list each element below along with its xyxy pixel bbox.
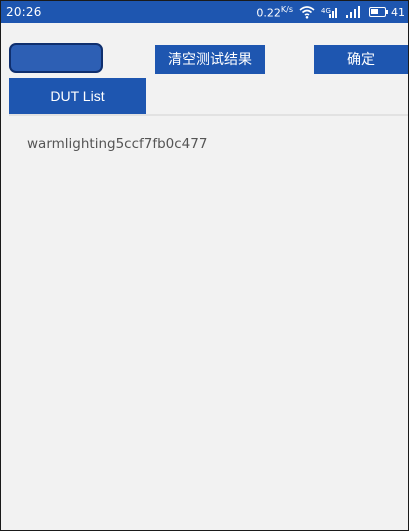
tab-dut-list[interactable]: DUT List <box>9 78 146 114</box>
status-indicators: 0.22K/s 4G 41 <box>256 4 405 20</box>
list-item[interactable]: warmlighting5ccf7fb0c477 <box>27 136 207 152</box>
battery-body <box>369 7 386 17</box>
confirm-button[interactable]: 确定 <box>314 45 408 74</box>
battery-tip <box>386 10 388 14</box>
signal-strength-icon <box>345 5 363 19</box>
toolbar: 清空测试结果 确定 <box>1 23 408 75</box>
network-speed: 0.22K/s <box>256 5 293 20</box>
status-bar: 20:26 0.22K/s 4G 41 <box>1 1 408 23</box>
network-speed-value: 0.22 <box>256 6 281 20</box>
signal-icon: 4G <box>321 5 339 19</box>
dut-list: warmlighting5ccf7fb0c477 <box>9 116 408 530</box>
battery-level: 41 <box>391 5 405 19</box>
wifi-icon <box>299 5 315 19</box>
clear-results-button[interactable]: 清空测试结果 <box>155 45 265 74</box>
svg-text:4G: 4G <box>321 7 331 15</box>
network-speed-unit: K/s <box>280 4 293 14</box>
battery-icon: 41 <box>369 5 405 19</box>
app-frame: 20:26 0.22K/s 4G 41 清空测试结果 确定 DUT List w… <box>0 0 409 531</box>
device-selector[interactable] <box>9 43 103 73</box>
status-time: 20:26 <box>6 5 42 19</box>
